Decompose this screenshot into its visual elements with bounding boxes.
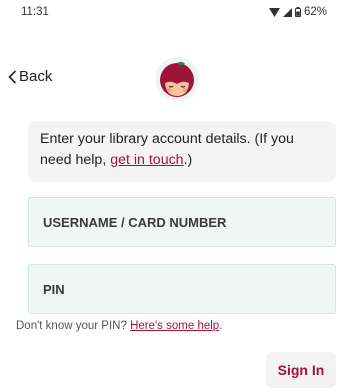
chevron-left-icon — [8, 69, 17, 84]
status-time: 11:31 — [21, 6, 49, 18]
battery-level: 62% — [303, 6, 327, 18]
info-message: Enter your library account details. (If … — [28, 121, 336, 182]
back-label: Back — [19, 68, 53, 85]
username-field-container — [28, 197, 336, 247]
get-in-touch-link[interactable]: get in touch — [110, 152, 183, 168]
info-text-after: .) — [183, 152, 193, 168]
pin-help-link[interactable]: Here's some help — [130, 320, 219, 332]
status-icons: 62% — [268, 6, 327, 18]
pin-input[interactable] — [41, 280, 323, 298]
username-input[interactable] — [41, 213, 323, 231]
pin-help: Don't know your PIN? Here's some help. — [16, 320, 222, 332]
wifi-icon — [268, 7, 280, 17]
back-button[interactable]: Back — [8, 68, 52, 85]
pin-help-text: Don't know your PIN? — [16, 320, 131, 332]
libby-logo-icon — [155, 57, 199, 101]
pin-field-container — [28, 264, 336, 314]
sign-in-button[interactable]: Sign In — [266, 352, 336, 388]
header: Back — [0, 52, 349, 108]
signal-icon — [282, 7, 292, 17]
status-bar: 11:31 62% — [0, 0, 349, 24]
battery-icon — [294, 7, 301, 17]
pin-help-suffix: . — [219, 320, 223, 332]
